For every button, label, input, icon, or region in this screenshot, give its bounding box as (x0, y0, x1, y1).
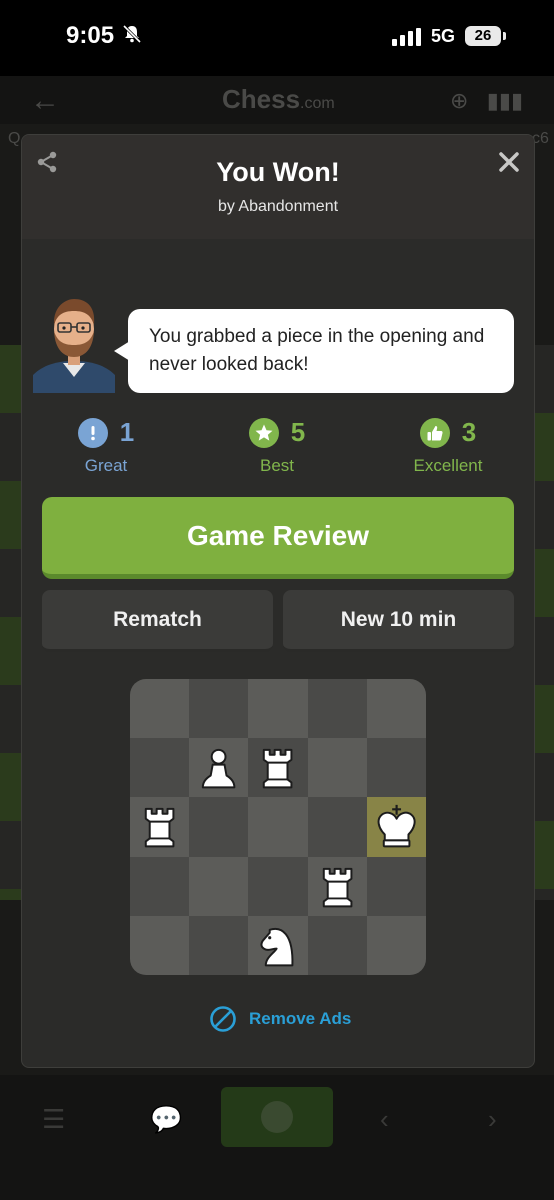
battery-tip (503, 32, 506, 40)
board-square (307, 738, 367, 798)
stat-great-label: Great (84, 456, 128, 475)
star-icon (248, 417, 279, 448)
board-square (189, 797, 249, 857)
coach-avatar (33, 299, 115, 393)
board-square (130, 738, 190, 798)
board-square (130, 856, 190, 916)
board-square (189, 856, 249, 916)
board-square (248, 797, 308, 857)
stats-icon: ▮▮▮ (486, 88, 524, 113)
white-rook-icon (144, 808, 175, 848)
stat-best: 5 Best (207, 417, 347, 476)
stat-best-count: 5 (290, 417, 306, 447)
board-square (307, 797, 367, 857)
logo-suffix: .com (300, 95, 335, 112)
white-king-icon (377, 805, 416, 848)
rematch-button[interactable]: Rematch (42, 590, 273, 652)
new-game-button[interactable]: New 10 min (283, 590, 514, 652)
board-square (248, 738, 308, 798)
coach-speech-bubble: You grabbed a piece in the opening and n… (114, 309, 514, 393)
game-review-button[interactable]: Game Review (42, 497, 514, 579)
thumbs-up-icon (419, 417, 450, 448)
white-rook-icon (263, 749, 293, 789)
stat-excellent-label: Excellent (413, 456, 483, 475)
board-square-highlighted (366, 797, 426, 857)
bg-board-left (0, 345, 22, 900)
back-arrow-icon: ← (30, 84, 60, 117)
stat-excellent-count: 3 (461, 417, 477, 447)
final-position-board (130, 679, 426, 975)
prev-move-icon: ‹ (380, 1104, 389, 1134)
board-square (189, 738, 249, 798)
analysis-icon: ⊕ (450, 88, 469, 113)
no-ads-icon (210, 1006, 236, 1032)
result-title: You Won! (216, 157, 340, 187)
stat-great-count: 1 (119, 417, 135, 447)
network-type: 5G (431, 26, 456, 46)
white-knight-icon (260, 927, 294, 967)
chat-icon: 💬 (150, 1104, 183, 1134)
board-square (130, 797, 190, 857)
silent-bell-icon (122, 24, 142, 44)
board-square (307, 856, 367, 916)
board-square (130, 679, 190, 739)
white-pawn-icon (202, 749, 236, 789)
cell-signal-icon (392, 28, 421, 46)
review-nav-button (221, 1087, 333, 1147)
board-square (366, 856, 426, 916)
chess-logo: Chess.com (222, 84, 335, 115)
white-rook-icon (322, 867, 352, 907)
status-bar: 9:05 5G 26 (0, 0, 554, 76)
status-time: 9:05 (66, 22, 115, 49)
next-move-icon: › (488, 1104, 497, 1134)
modal-header: You Won! by Abandonment (22, 135, 534, 239)
battery-icon: 26 (465, 26, 501, 46)
remove-ads-link[interactable]: Remove Ads (209, 1005, 351, 1033)
moves-list-icon: ☰ (42, 1104, 66, 1134)
board-square (307, 679, 367, 739)
board-square (248, 679, 308, 739)
stat-great: 1 Great (36, 417, 176, 476)
board-square (307, 915, 367, 975)
bg-edge-left: Q (8, 130, 21, 147)
board-square (248, 856, 308, 916)
board-square (189, 915, 249, 975)
logo-text: Chess (222, 84, 301, 114)
board-square (130, 915, 190, 975)
remove-ads-label: Remove Ads (249, 1009, 352, 1028)
stat-best-label: Best (259, 456, 295, 475)
board-square (248, 915, 308, 975)
board-square (366, 738, 426, 798)
bg-board-right (532, 345, 554, 900)
board-square (366, 915, 426, 975)
board-square (366, 679, 426, 739)
exclamation-icon (77, 417, 108, 448)
board-square (189, 679, 249, 739)
result-reason: by Abandonment (217, 198, 339, 215)
star-icon (261, 1101, 293, 1133)
stat-excellent: 3 Excellent (378, 417, 518, 476)
game-over-modal: You Won! by Abandonment You grabbed a pi… (21, 134, 535, 1068)
header-icons: ⊕ ▮▮▮ (450, 88, 523, 114)
